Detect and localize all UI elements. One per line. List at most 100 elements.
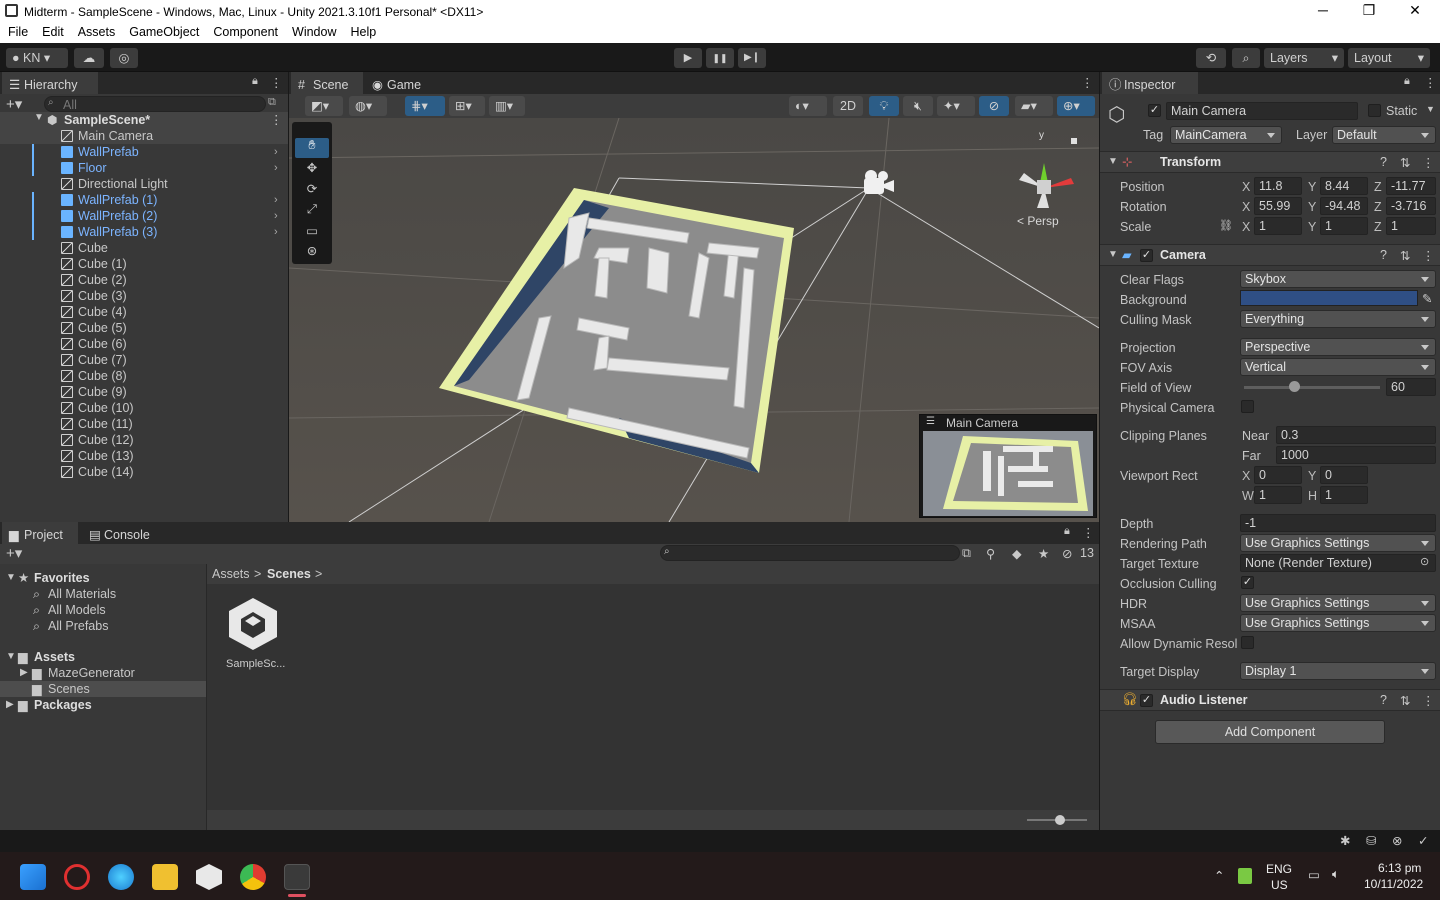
hidden-objects-button[interactable]: ⊘ [979, 96, 1009, 116]
rot-z-field[interactable]: -3.716 [1386, 197, 1436, 215]
type-filter-icon[interactable]: ⚲ [986, 546, 995, 561]
expand-arrow-icon[interactable]: ▼ [1108, 156, 1118, 167]
audio-listener-header[interactable]: 🎧︎ ✓ Audio Listener ? ⇅ ⋮ [1100, 689, 1440, 711]
tab-inspector[interactable]: ⓘ Inspector [1102, 72, 1198, 94]
expand-arrow-icon[interactable]: ▼ [1108, 249, 1118, 260]
windows-start-icon[interactable] [20, 864, 46, 890]
cloud-button[interactable]: ☁ [74, 48, 104, 68]
hierarchy-item[interactable]: Cube (6) [0, 336, 288, 352]
lighting-button[interactable]: 💡︎ [869, 96, 899, 116]
msaa-dropdown[interactable]: Use Graphics Settings [1240, 614, 1436, 632]
layer-dropdown[interactable]: Default [1332, 126, 1436, 144]
depth-field[interactable]: -1 [1240, 514, 1436, 532]
target-texture-field[interactable]: None (Render Texture) [1240, 554, 1436, 572]
chevron-right-icon[interactable]: › [274, 160, 278, 176]
background-color-field[interactable] [1240, 290, 1418, 306]
tab-scene[interactable]: # Scene [291, 72, 363, 94]
component-menu-icon[interactable]: ⋮ [1422, 693, 1435, 708]
chrome-icon[interactable] [240, 864, 266, 890]
occlusion-culling-checkbox[interactable]: ✓ [1241, 576, 1254, 589]
chevron-right-icon[interactable]: › [274, 208, 278, 224]
packages-folder[interactable]: Packages [34, 697, 92, 713]
drag-handle-icon[interactable]: ☰ [926, 416, 935, 427]
file-explorer-icon[interactable] [152, 864, 178, 890]
camera-header[interactable]: ▼ ▰ ✓ Camera ? ⇅ ⋮ [1100, 244, 1440, 266]
selected-row[interactable] [0, 681, 206, 697]
region-label[interactable]: US [1271, 878, 1288, 892]
hierarchy-item[interactable]: WallPrefab (3) › [0, 224, 288, 240]
culling-mask-dropdown[interactable]: Everything [1240, 310, 1436, 328]
physical-camera-checkbox[interactable] [1241, 400, 1254, 413]
projection-label[interactable]: < Persp [1017, 214, 1059, 228]
tab-hierarchy[interactable]: ☰ Hierarchy [2, 72, 98, 94]
presets-icon[interactable]: ⇅ [1400, 693, 1410, 708]
hierarchy-item[interactable]: Directional Light [0, 176, 288, 192]
help-icon[interactable]: ? [1380, 248, 1387, 262]
chevron-right-icon[interactable]: › [274, 144, 278, 160]
scale-x-field[interactable]: 1 [1254, 217, 1302, 235]
menu-gameobject[interactable]: GameObject [129, 23, 199, 43]
component-menu-icon[interactable]: ⋮ [1422, 155, 1435, 170]
object-name-field[interactable]: Main Camera [1166, 102, 1358, 120]
collab-button[interactable]: ◎ [110, 48, 138, 68]
check-icon[interactable]: ✓ [1418, 833, 1428, 848]
transform-tool-icon[interactable]: ⊛ [295, 243, 329, 263]
chevron-right-icon[interactable]: › [274, 192, 278, 208]
rot-x-field[interactable]: 55.99 [1254, 197, 1302, 215]
tab-game[interactable]: ◉ Game [365, 72, 435, 94]
label-filter-icon[interactable]: ◆ [1012, 546, 1022, 561]
layers-dropdown[interactable]: Layers ▾ [1264, 48, 1344, 68]
tab-console[interactable]: ▤ Console [82, 522, 162, 544]
progress-icon[interactable]: ⊗ [1392, 833, 1402, 848]
hierarchy-item[interactable]: Cube [0, 240, 288, 256]
hdr-dropdown[interactable]: Use Graphics Settings [1240, 594, 1436, 612]
scene-visibility-icon[interactable]: ⧉ [268, 96, 276, 109]
pos-y-field[interactable]: 8.44 [1320, 177, 1368, 195]
language-label[interactable]: ENG [1266, 862, 1292, 876]
toggle-2d-button[interactable]: 2D [833, 96, 863, 116]
scene-menu-icon[interactable]: ⋮ [1081, 75, 1094, 90]
clear-flags-dropdown[interactable]: Skybox [1240, 270, 1436, 288]
grid-snap-button[interactable]: ⋕▾ [405, 96, 445, 116]
grid-button[interactable]: ⊞▾ [449, 96, 485, 116]
scale-z-field[interactable]: 1 [1386, 217, 1436, 235]
bug-icon[interactable]: ✱ [1340, 833, 1350, 848]
favorite-item[interactable]: All Models [48, 602, 106, 618]
account-dropdown[interactable]: ● KN ▾ [6, 48, 68, 68]
eyedropper-icon[interactable]: ✎ [1422, 291, 1432, 306]
play-button[interactable]: ▶ [674, 48, 702, 68]
network-icon[interactable]: ▭ [1308, 867, 1320, 882]
component-menu-icon[interactable]: ⋮ [1422, 248, 1435, 263]
link-scale-icon[interactable]: ⛓ [1219, 219, 1233, 232]
add-icon[interactable]: +▾ [6, 544, 22, 562]
more-options-icon[interactable]: ⋮ [1082, 525, 1095, 540]
fov-field[interactable]: 60 [1386, 378, 1436, 396]
scale-tool-icon[interactable]: ⤢ [295, 202, 329, 222]
scene-file[interactable]: SampleSc... [225, 594, 285, 674]
search-filter-icon[interactable]: ⧉ [962, 546, 971, 561]
transform-header[interactable]: ▼ ⊹ Transform ? ⇅ ⋮ [1100, 151, 1440, 173]
hierarchy-item[interactable]: Cube (10) [0, 400, 288, 416]
rot-y-field[interactable]: -94.48 [1320, 197, 1368, 215]
more-options-icon[interactable]: ⋮ [270, 75, 283, 90]
hierarchy-item[interactable]: Cube (4) [0, 304, 288, 320]
hierarchy-item[interactable]: Floor › [0, 160, 288, 176]
lock-icon[interactable]: 🔒︎ [252, 75, 258, 88]
rotate-tool-icon[interactable]: ⟳ [295, 181, 329, 201]
volume-icon[interactable]: 🔈︎ [1332, 867, 1340, 882]
menu-file[interactable]: File [8, 23, 28, 43]
step-button[interactable]: ▶❙ [738, 48, 766, 68]
favorite-icon[interactable]: ★ [1038, 546, 1049, 561]
hierarchy-item[interactable]: Cube (11) [0, 416, 288, 432]
expand-arrow-icon[interactable]: ▼ [34, 112, 44, 123]
collapse-arrow-icon[interactable]: ▶ [20, 665, 28, 681]
object-picker-icon[interactable]: ⊙ [1420, 555, 1429, 568]
gizmos-dropdown[interactable]: ⊕▾ [1057, 96, 1095, 116]
help-icon[interactable]: ? [1380, 693, 1387, 707]
menu-component[interactable]: Component [213, 23, 278, 43]
camera-enabled-checkbox[interactable]: ✓ [1140, 249, 1153, 262]
viewport-x-field[interactable]: 0 [1254, 466, 1302, 484]
hierarchy-item[interactable]: WallPrefab › [0, 144, 288, 160]
close-button[interactable]: ✕ [1392, 2, 1438, 19]
scale-y-field[interactable]: 1 [1320, 217, 1368, 235]
